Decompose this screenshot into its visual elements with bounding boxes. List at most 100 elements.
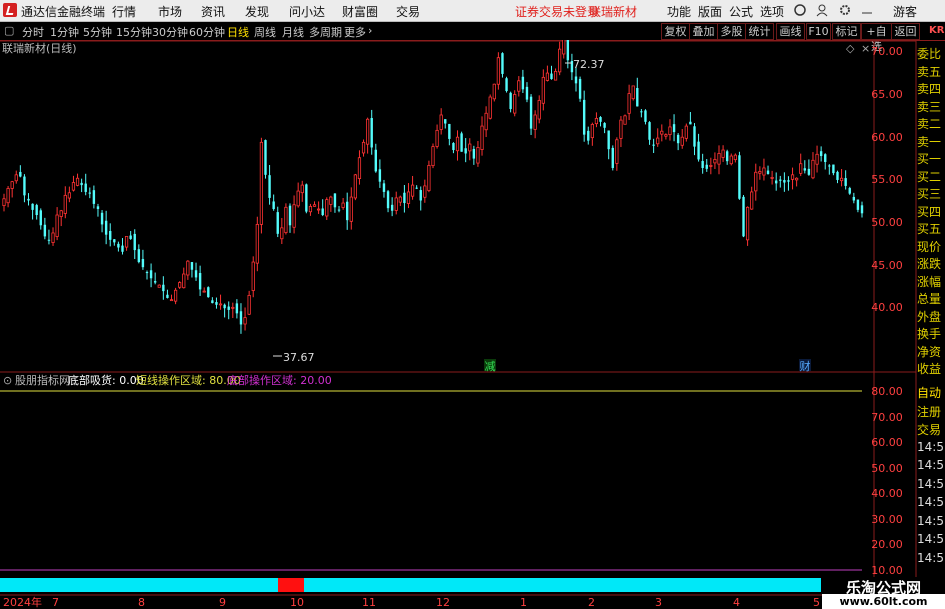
candle	[819, 146, 823, 162]
candle	[484, 106, 488, 138]
menu-item-news[interactable]: 资讯	[201, 3, 225, 20]
candle	[566, 40, 570, 69]
indicator-settings-icon[interactable]: ⊙	[3, 374, 12, 387]
draw-line-button[interactable]: 画线	[776, 23, 805, 40]
tab-5min[interactable]: 5分钟	[83, 24, 112, 40]
close-panel-icon[interactable]: ×	[861, 42, 870, 55]
event-marker-finance[interactable]: 财	[800, 359, 811, 373]
statistics-button[interactable]: 统计	[745, 23, 774, 40]
quote-field-label: 买五	[917, 222, 942, 236]
candle	[713, 152, 717, 169]
quote-field-label: 换手	[917, 327, 942, 341]
adjust-button[interactable]: 复权	[661, 23, 690, 40]
menu-item-formula[interactable]: 公式	[729, 3, 753, 20]
candle	[247, 290, 251, 316]
indicator-tick: 40.00	[871, 487, 903, 500]
tab-more[interactable]: 更多	[344, 24, 366, 40]
tab-weekly[interactable]: 周线	[254, 24, 276, 40]
event-marker[interactable]: 减	[484, 359, 496, 373]
candle	[468, 138, 472, 161]
indicator-tick: 20.00	[871, 538, 903, 551]
menu-item-discover[interactable]: 发现	[245, 3, 269, 20]
quote-field-label: 涨跌	[917, 257, 942, 271]
candle	[766, 165, 770, 175]
minimize-icon[interactable]	[860, 3, 874, 17]
menu-item-layout[interactable]: 版面	[698, 3, 722, 20]
guest-user[interactable]: 游客	[893, 3, 917, 20]
indicator-value-bottom-zone: 底部操作区域: 20.00	[227, 373, 332, 387]
trade-action-label[interactable]: 交易	[917, 421, 941, 438]
candle	[558, 41, 562, 76]
event-marker[interactable]: 财	[799, 359, 811, 373]
price-tick: 60.00	[871, 131, 903, 144]
trade-action-label[interactable]: 自动	[917, 384, 941, 401]
menu-item-wealth[interactable]: 财富圈	[342, 3, 378, 20]
date-tick: 12	[436, 596, 450, 609]
tab-daily[interactable]: 日线	[227, 24, 249, 40]
candle	[656, 128, 660, 147]
settings-icon[interactable]	[838, 3, 852, 17]
candle	[811, 152, 815, 180]
candle	[644, 109, 647, 125]
candle	[545, 65, 550, 82]
candle	[113, 239, 116, 246]
tick-time-label: 14:5	[917, 439, 944, 454]
candle	[312, 201, 317, 207]
candle	[325, 197, 329, 220]
candle	[6, 186, 10, 208]
tab-timeshare[interactable]: 分时	[22, 24, 44, 40]
candle	[305, 183, 308, 214]
price-axis: 70.00 65.00 60.00 55.00 50.00 45.00 40.0…	[871, 45, 903, 314]
candle	[790, 167, 795, 190]
tab-15min[interactable]: 15分钟	[116, 24, 152, 40]
chevron-right-icon[interactable]: ›	[368, 24, 372, 37]
stock-link[interactable]: 联瑞新材	[589, 3, 637, 20]
user-icon[interactable]	[815, 3, 829, 17]
tab-60min[interactable]: 60分钟	[189, 24, 225, 40]
menu-item-quotes[interactable]: 行情	[112, 3, 136, 20]
mark-button[interactable]: 标记	[832, 23, 861, 40]
candle	[460, 131, 463, 152]
menu-item-functions[interactable]: 功能	[667, 3, 691, 20]
candle	[770, 170, 774, 185]
event-marker-reduce[interactable]: 减	[485, 360, 496, 373]
candle	[439, 108, 443, 135]
trade-action-label[interactable]: 注册	[917, 403, 941, 420]
overlay-button[interactable]: 叠加	[689, 23, 718, 40]
candle	[370, 109, 373, 155]
menu-item-assistant[interactable]: 问小达	[289, 3, 325, 20]
candle	[43, 217, 47, 240]
tab-1min[interactable]: 1分钟	[50, 24, 79, 40]
skin-icon[interactable]	[793, 3, 807, 17]
tab-multi-period[interactable]: 多周期	[309, 24, 342, 40]
quote-field-label: 买一	[917, 152, 942, 166]
quote-field-label: 买三	[917, 187, 942, 201]
candle	[779, 175, 782, 188]
candle	[394, 191, 398, 215]
diamond-icon[interactable]: ◇	[846, 42, 855, 55]
back-button[interactable]: 返回	[891, 23, 920, 40]
candle	[631, 85, 635, 101]
candle	[464, 138, 467, 163]
tab-monthly[interactable]: 月线	[282, 24, 304, 40]
candle	[292, 195, 296, 234]
candle	[337, 206, 341, 213]
login-status[interactable]: 证券交易未登录	[515, 3, 599, 20]
candle	[480, 116, 484, 156]
kline-chart[interactable]: 联瑞新材(日线) ◇ × 70.00 65.00 60.00 55.00 50.…	[0, 40, 945, 609]
menu-item-market[interactable]: 市场	[158, 3, 182, 20]
candle	[529, 94, 533, 135]
menu-item-trade[interactable]: 交易	[396, 3, 420, 20]
toggle-panel-icon[interactable]: ▢	[4, 24, 14, 37]
tab-30min[interactable]: 30分钟	[152, 24, 188, 40]
f10-button[interactable]: F10	[806, 23, 831, 40]
multi-stock-button[interactable]: 多股	[717, 23, 746, 40]
indicator-caption[interactable]: 股朋指标网	[15, 373, 70, 387]
candle	[227, 301, 230, 320]
candle	[321, 199, 324, 217]
candle	[198, 265, 202, 296]
candle	[848, 186, 851, 195]
candle	[166, 289, 169, 299]
menu-item-options[interactable]: 选项	[760, 3, 784, 20]
add-watchlist-button[interactable]: +自选	[861, 23, 892, 53]
